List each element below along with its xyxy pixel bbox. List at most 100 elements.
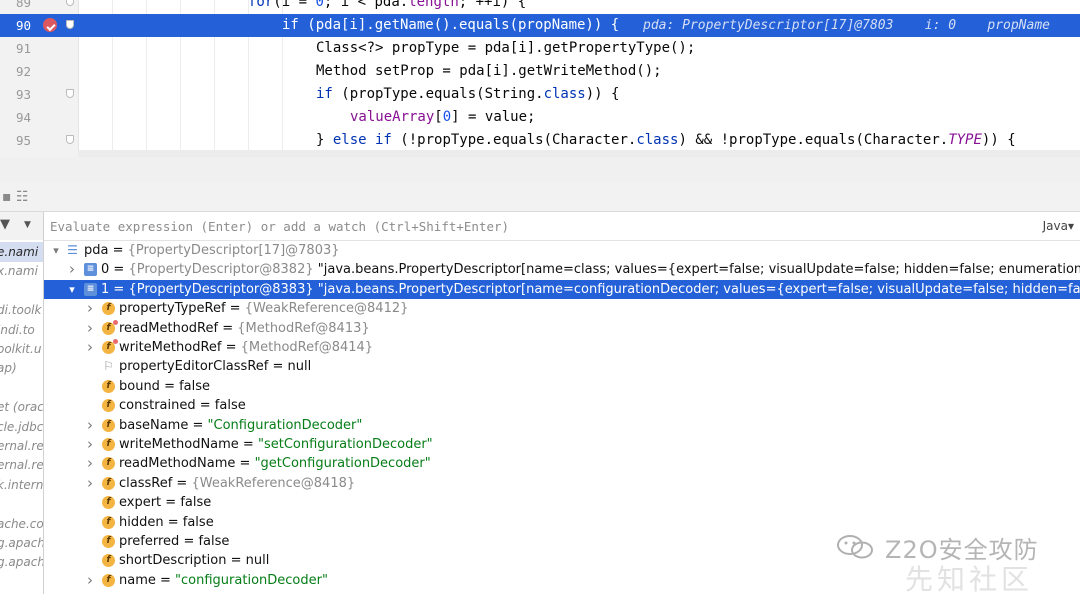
equals-sign: =	[188, 417, 208, 433]
variable-row[interactable]: f constrained = false	[44, 396, 1080, 415]
threads-icon[interactable]: ☷	[16, 189, 29, 205]
variable-row[interactable]: › f readMethodName = "getConfigurationDeco…	[44, 454, 1080, 473]
flag-icon: ⚐	[103, 359, 114, 374]
variable-value: false	[198, 534, 230, 549]
stack-frame[interactable]: cle.jdbc	[0, 417, 43, 437]
variable-row[interactable]: › f baseName = "ConfigurationDecoder"	[44, 416, 1080, 435]
variable-entry: preferred = false	[119, 532, 229, 551]
variable-row[interactable]: › f readMethodRef = {MethodRef@8413}	[44, 319, 1080, 338]
breakpoint-icon[interactable]	[43, 18, 57, 32]
variable-row[interactable]: ▾ ☰ pda = {PropertyDescriptor[17]@7803}	[44, 241, 1080, 260]
code-token: else if	[332, 132, 392, 148]
inline-debug-values: pda: PropertyDescriptor[17]@7803 i: 0 pr…	[643, 18, 1050, 33]
variable-row[interactable]: ▾ ≡ 1 = {PropertyDescriptor@8383} "java.be…	[44, 279, 1080, 300]
variable-row[interactable]: f expert = false	[44, 493, 1080, 512]
stack-frame[interactable]	[0, 281, 43, 301]
line-number: 90	[15, 18, 31, 33]
code-token: ))	[585, 86, 603, 102]
field-icon: f	[102, 476, 115, 490]
equals-sign: =	[159, 378, 180, 394]
code-line[interactable]: 95} else if (!propType.equals(Character.…	[0, 129, 1080, 152]
stack-frame[interactable]: di.toolk	[0, 300, 43, 320]
variable-row[interactable]: › f propertyTypeRef = {WeakReference@8412}	[44, 299, 1080, 318]
variable-ref: {WeakReference@8418}	[191, 475, 356, 491]
variable-row[interactable]: › ≡ 0 = {PropertyDescriptor@8382} "java.be…	[44, 260, 1080, 279]
code-token: for	[248, 0, 274, 10]
code-line[interactable]: 91 Class<?> propType = pda[i].getProperty…	[0, 37, 1080, 60]
stack-frame[interactable]: jndi.to	[0, 320, 43, 340]
variable-row[interactable]: ⚐ propertyEditorClassRef = null	[44, 357, 1080, 376]
stack-frame[interactable]: ernal.re	[0, 436, 43, 456]
chevron-down-icon[interactable]: ▾	[66, 280, 78, 299]
chevron-right-icon[interactable]: ›	[84, 571, 96, 590]
variable-entry: classRef = {WeakReference@8418}	[119, 474, 355, 493]
chevron-right-icon[interactable]: ›	[84, 299, 96, 318]
stack-frame[interactable]	[0, 494, 43, 514]
code-line[interactable]: 92 Method setProp = pda[i].getWriteMethod…	[0, 60, 1080, 83]
code-line[interactable]: 89 for(i = 0; i < pda.length; ++i) {	[0, 0, 1080, 14]
stack-frame[interactable]: g.apach	[0, 533, 43, 553]
fold-icon[interactable]	[66, 135, 74, 144]
chevron-down-icon[interactable]: ▼	[24, 220, 31, 230]
stack-frame[interactable]: e.nami	[0, 242, 43, 262]
stack-frame[interactable]: oolkit.u	[0, 339, 43, 359]
variable-ref: {PropertyDescriptor@8382}	[128, 262, 314, 278]
code-token: if	[282, 17, 299, 33]
equals-sign: =	[161, 495, 181, 511]
code-editor[interactable]: 89 for(i = 0; i < pda.length; ++i) {90 if …	[0, 0, 1080, 157]
chevron-down-icon[interactable]: ▾	[50, 241, 62, 260]
fold-icon[interactable]	[66, 0, 74, 6]
equals-sign: =	[109, 262, 129, 278]
stack-frame[interactable]: g.apach	[0, 552, 43, 572]
editor-horizontal-scrollbar[interactable]	[78, 150, 1080, 157]
chevron-right-icon[interactable]: ›	[84, 435, 96, 454]
code-line[interactable]: 93 if (propType.equals(String.class)) {	[0, 83, 1080, 106]
variable-ref: {PropertyDescriptor[17]@7803}	[127, 243, 340, 258]
layout-icon[interactable]: ▪	[2, 189, 12, 205]
code-text: Class<?> propType = pda[i].getPropertyTy…	[316, 37, 695, 60]
code-token: valueArray	[350, 109, 435, 125]
code-token: [	[434, 109, 443, 125]
stack-frame[interactable]: x.nami	[0, 261, 43, 281]
variable-value: false	[180, 495, 212, 511]
code-token: ] = value;	[451, 109, 536, 125]
code-text: valueArray[0] = value;	[350, 106, 535, 129]
fold-icon[interactable]	[66, 20, 74, 29]
chevron-right-icon[interactable]: ›	[84, 416, 96, 435]
stack-frame[interactable]: ap)	[0, 358, 43, 378]
equals-sign: =	[221, 340, 241, 355]
variable-entry: propertyTypeRef = {WeakReference@8412}	[119, 299, 408, 318]
variable-row[interactable]: › f writeMethodRef = {MethodRef@8414}	[44, 338, 1080, 357]
stack-frame[interactable]	[0, 378, 43, 398]
code-line-current[interactable]: 90 if (pda[i].getName().equals(propName))…	[0, 14, 1080, 37]
chevron-right-icon[interactable]: ›	[84, 338, 96, 357]
code-token: {	[602, 86, 620, 102]
stack-frame[interactable]: ernal.re	[0, 455, 43, 475]
variable-row[interactable]: › f writeMethodName = "setConfigurationDec…	[44, 435, 1080, 454]
evaluate-expression-input[interactable]	[44, 212, 1024, 240]
variable-name: readMethodName	[119, 456, 236, 472]
variable-name: pda	[84, 243, 109, 258]
chevron-right-icon[interactable]: ›	[84, 319, 96, 338]
chevron-right-icon[interactable]: ›	[66, 260, 78, 279]
line-number: 89	[15, 0, 31, 10]
variable-row[interactable]: f bound = false	[44, 377, 1080, 396]
equals-sign: =	[225, 301, 245, 317]
filter-icon[interactable]: ▼	[0, 217, 10, 232]
variable-name: constrained	[119, 398, 196, 414]
fold-icon[interactable]	[66, 89, 74, 98]
chevron-right-icon[interactable]: ›	[84, 474, 96, 493]
field-icon: f	[102, 379, 115, 393]
language-selector[interactable]: Java▾	[1043, 219, 1074, 233]
code-line[interactable]: 94 valueArray[0] = value;	[0, 106, 1080, 129]
stack-frame[interactable]: et (orac	[0, 397, 43, 417]
stack-frame[interactable]: k.intern	[0, 475, 43, 495]
stack-frame[interactable]: ache.co	[0, 514, 43, 534]
chevron-right-icon[interactable]: ›	[84, 454, 96, 473]
field-icon: f	[102, 438, 115, 451]
variable-value: "getConfigurationDecoder"	[254, 456, 431, 472]
variable-row[interactable]: › f classRef = {WeakReference@8418}	[44, 474, 1080, 493]
equals-sign: =	[268, 359, 288, 375]
equals-sign: =	[238, 437, 258, 452]
field-icon: f	[102, 554, 115, 568]
